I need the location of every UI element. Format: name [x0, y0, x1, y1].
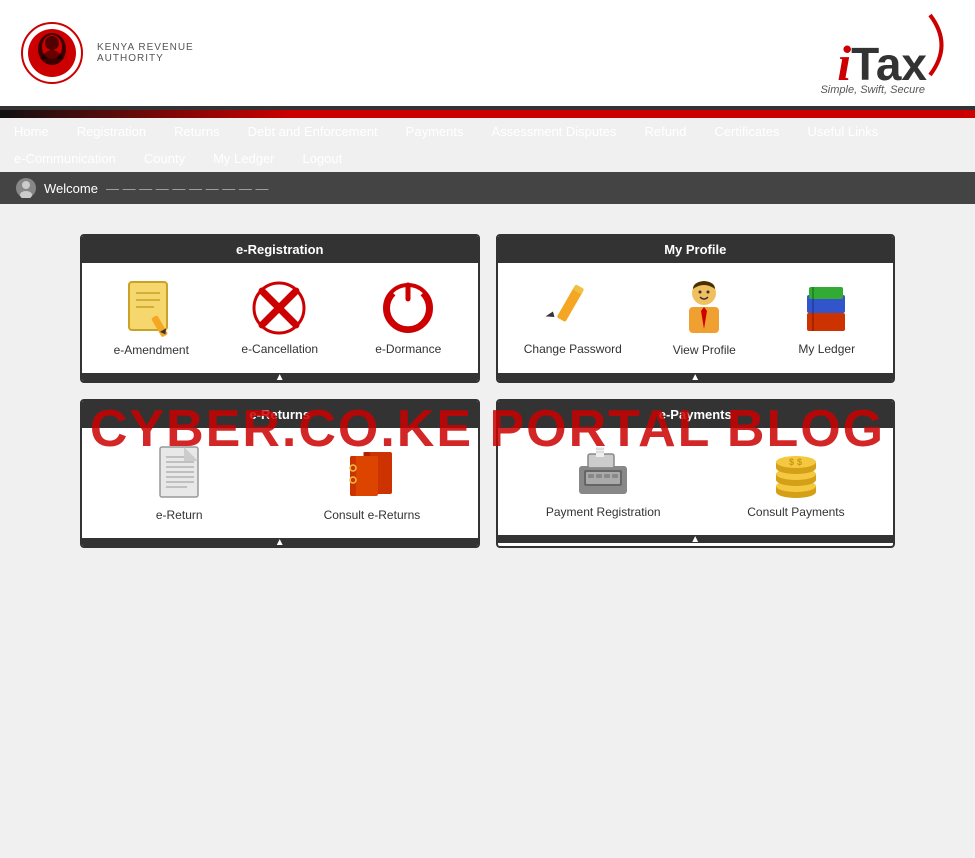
nav-home[interactable]: Home [0, 118, 63, 145]
user-avatar-icon [16, 178, 36, 198]
nav-certificates[interactable]: Certificates [700, 118, 793, 145]
nav-useful-links[interactable]: Useful Links [793, 118, 892, 145]
item-consult-returns[interactable]: Consult e-Returns [324, 444, 421, 522]
item-viewprofile[interactable]: View Profile [664, 279, 744, 357]
label-changepassword: Change Password [524, 342, 622, 356]
label-myledger: My Ledger [798, 342, 855, 356]
card-eregistration: e-Registration e-Amendment [80, 234, 480, 383]
card-payments-header: e-Payments [498, 401, 894, 428]
nav-row-1: Home Registration Returns Debt and Enfor… [0, 118, 975, 145]
page-header: Kenya Revenue Authority i Tax Simple, Sw… [0, 0, 975, 110]
itax-logo: i Tax Simple, Swift, Secure [820, 10, 955, 96]
card-epayments: e-Payments [496, 399, 896, 548]
item-consult-payments[interactable]: $ $ Consult Payments [747, 444, 844, 519]
itax-tagline: Simple, Swift, Secure [820, 84, 955, 96]
consult-returns-icon [342, 444, 402, 502]
card-returns-body: e-Return [82, 428, 478, 538]
card-registration-header: e-Registration [82, 236, 478, 263]
label-edormance: e-Dormance [375, 342, 441, 356]
main-nav: Home Registration Returns Debt and Enfor… [0, 118, 975, 172]
svg-text:$: $ [797, 457, 802, 467]
welcome-text: Welcome [44, 181, 98, 196]
main-content: e-Registration e-Amendment [0, 204, 975, 568]
kra-logo-section: Kenya Revenue Authority [20, 21, 194, 86]
card-returns-footer[interactable]: ▲ [82, 538, 478, 546]
item-myledger[interactable]: My Ledger [787, 281, 867, 356]
ledger-icon [799, 281, 854, 336]
red-divider [0, 110, 975, 118]
nav-returns[interactable]: Returns [160, 118, 234, 145]
consult-payments-icon: $ $ [767, 444, 825, 499]
nav-assessment[interactable]: Assessment Disputes [477, 118, 630, 145]
label-consult-returns: Consult e-Returns [324, 508, 421, 522]
nav-county[interactable]: County [130, 145, 199, 172]
label-viewprofile: View Profile [673, 343, 736, 357]
label-eamendment: e-Amendment [114, 343, 189, 357]
card-myprofile: My Profile Change Password [496, 234, 896, 383]
nav-my-ledger[interactable]: My Ledger [199, 145, 288, 172]
return-document-icon [152, 444, 207, 502]
welcome-bar: Welcome — — — — — — — — — — [0, 172, 975, 204]
item-ecancellation[interactable]: e-Cancellation [240, 281, 320, 356]
card-payments-body: Payment Registration [498, 428, 894, 535]
footer-arrow-up-payments: ▲ [690, 534, 700, 545]
view-profile-icon [677, 279, 732, 337]
card-returns-header: e-Returns [82, 401, 478, 428]
nav-registration[interactable]: Registration [63, 118, 160, 145]
payment-registration-icon [574, 444, 632, 499]
label-ereturn: e-Return [156, 508, 203, 522]
cancellation-icon [252, 281, 307, 336]
item-ereturn[interactable]: e-Return [139, 444, 219, 522]
label-consult-payments: Consult Payments [747, 505, 844, 519]
nav-debt[interactable]: Debt and Enforcement [234, 118, 392, 145]
username-placeholder: — — — — — — — — — — [106, 181, 269, 196]
item-changepassword[interactable]: Change Password [524, 281, 622, 356]
card-registration-footer[interactable]: ▲ [82, 373, 478, 381]
card-profile-body: Change Password [498, 263, 894, 373]
dashboard-grid: e-Registration e-Amendment [80, 234, 895, 548]
nav-logout[interactable]: Logout [289, 145, 357, 172]
nav-ecommunication[interactable]: e-Communication [0, 145, 130, 172]
card-profile-header: My Profile [498, 236, 894, 263]
item-edormance[interactable]: e-Dormance [368, 281, 448, 356]
dormance-icon [381, 281, 436, 336]
footer-arrow-up: ▲ [275, 372, 285, 383]
kra-title: Kenya Revenue Authority [97, 42, 194, 64]
card-payments-footer[interactable]: ▲ [498, 535, 894, 543]
card-profile-footer[interactable]: ▲ [498, 373, 894, 381]
footer-arrow-up-returns: ▲ [275, 537, 285, 548]
label-payment-registration: Payment Registration [546, 505, 661, 519]
card-registration-body: e-Amendment e-Cancellation [82, 263, 478, 373]
svg-text:$: $ [789, 457, 794, 467]
kra-emblem [20, 21, 85, 86]
item-eamendment[interactable]: e-Amendment [111, 279, 191, 357]
card-ereturns: e-Returns e-R [80, 399, 480, 548]
amendment-icon [124, 279, 179, 337]
footer-arrow-up-profile: ▲ [690, 372, 700, 383]
item-payment-registration[interactable]: Payment Registration [546, 444, 661, 519]
nav-row-2: e-Communication County My Ledger Logout [0, 145, 975, 172]
nav-payments[interactable]: Payments [392, 118, 478, 145]
change-password-icon [545, 281, 600, 336]
nav-refund[interactable]: Refund [630, 118, 700, 145]
label-ecancellation: e-Cancellation [241, 342, 318, 356]
